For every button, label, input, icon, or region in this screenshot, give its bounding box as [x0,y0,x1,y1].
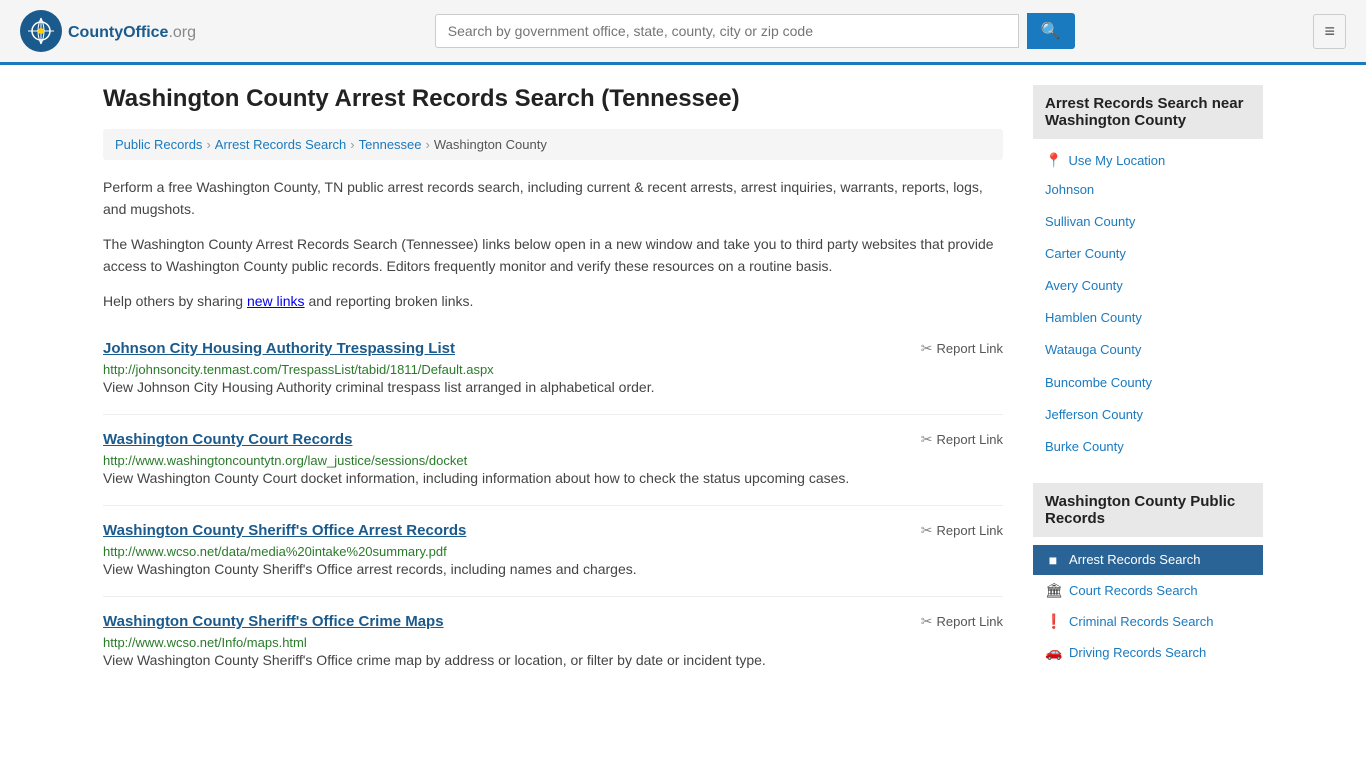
report-link-1[interactable]: ✂ Report Link [921,340,1003,357]
search-button[interactable]: 🔍 [1027,13,1075,49]
nearby-link-2[interactable]: Carter County [1033,238,1263,270]
sidebar-nearby-section: Arrest Records Search near Washington Co… [1033,85,1263,463]
pub-rec-item-1[interactable]: 🏛 Court Records Search [1033,575,1263,606]
result-header-1: Johnson City Housing Authority Trespassi… [103,340,1003,357]
result-desc-1: View Johnson City Housing Authority crim… [103,377,1003,398]
sidebar-public-records-header: Washington County Public Records [1033,483,1263,537]
result-url-2[interactable]: http://www.washingtoncountytn.org/law_ju… [103,453,467,468]
pub-rec-item-0[interactable]: ■ Arrest Records Search [1033,545,1263,575]
description-2: The Washington County Arrest Records Sea… [103,233,1003,278]
report-link-3[interactable]: ✂ Report Link [921,522,1003,539]
pub-rec-icon-0: ■ [1045,552,1061,568]
result-desc-3: View Washington County Sheriff's Office … [103,559,1003,580]
pub-rec-link-2[interactable]: Criminal Records Search [1069,614,1214,629]
result-header-2: Washington County Court Records ✂ Report… [103,431,1003,448]
breadcrumb: Public Records › Arrest Records Search ›… [103,129,1003,160]
report-link-4[interactable]: ✂ Report Link [921,613,1003,630]
sidebar: Arrest Records Search near Washington Co… [1033,85,1263,688]
pub-rec-icon-1: 🏛 [1045,582,1061,599]
logo-icon [20,10,62,52]
pub-rec-item-2[interactable]: ❗ Criminal Records Search [1033,606,1263,637]
pub-rec-link-1[interactable]: Court Records Search [1069,583,1198,598]
page-container: Washington County Arrest Records Search … [83,65,1283,708]
new-links-link[interactable]: new links [247,293,305,309]
description-3: Help others by sharing new links and rep… [103,290,1003,312]
result-item-2: Washington County Court Records ✂ Report… [103,415,1003,506]
breadcrumb-arrest-records[interactable]: Arrest Records Search [215,137,347,152]
pub-rec-item-3[interactable]: 🚗 Driving Records Search [1033,637,1263,668]
result-url-4[interactable]: http://www.wcso.net/Info/maps.html [103,635,307,650]
main-content: Washington County Arrest Records Search … [103,85,1003,688]
breadcrumb-washington-county: Washington County [434,137,547,152]
report-icon-1: ✂ [921,340,933,357]
nearby-link-8[interactable]: Burke County [1033,431,1263,463]
breadcrumb-tennessee[interactable]: Tennessee [359,137,422,152]
menu-icon: ≡ [1324,21,1335,41]
result-desc-2: View Washington County Court docket info… [103,468,1003,489]
nearby-link-4[interactable]: Hamblen County [1033,302,1263,334]
breadcrumb-public-records[interactable]: Public Records [115,137,202,152]
result-title-1[interactable]: Johnson City Housing Authority Trespassi… [103,340,455,357]
menu-button[interactable]: ≡ [1313,14,1346,49]
logo-area: CountyOffice.org [20,10,196,52]
search-icon: 🔍 [1041,23,1061,40]
sidebar-public-records-section: Washington County Public Records ■ Arres… [1033,483,1263,668]
result-url-3[interactable]: http://www.wcso.net/data/media%20intake%… [103,544,447,559]
report-icon-3: ✂ [921,522,933,539]
pub-rec-icon-3: 🚗 [1045,644,1061,661]
result-header-3: Washington County Sheriff's Office Arres… [103,522,1003,539]
location-icon: 📍 [1045,152,1062,169]
page-title: Washington County Arrest Records Search … [103,85,1003,113]
nearby-link-1[interactable]: Sullivan County [1033,206,1263,238]
description-1: Perform a free Washington County, TN pub… [103,176,1003,221]
sidebar-nearby-header: Arrest Records Search near Washington Co… [1033,85,1263,139]
search-input[interactable] [435,14,1019,48]
result-title-3[interactable]: Washington County Sheriff's Office Arres… [103,522,466,539]
use-my-location-link[interactable]: 📍 Use My Location [1033,147,1263,174]
breadcrumb-sep-1: › [206,137,210,152]
result-header-4: Washington County Sheriff's Office Crime… [103,613,1003,630]
nearby-link-3[interactable]: Avery County [1033,270,1263,302]
result-title-2[interactable]: Washington County Court Records [103,431,352,448]
report-icon-2: ✂ [921,431,933,448]
pub-rec-link-3[interactable]: Driving Records Search [1069,645,1206,660]
results-list: Johnson City Housing Authority Trespassi… [103,324,1003,687]
result-title-4[interactable]: Washington County Sheriff's Office Crime… [103,613,444,630]
result-desc-4: View Washington County Sheriff's Office … [103,650,1003,671]
report-icon-4: ✂ [921,613,933,630]
nearby-link-6[interactable]: Buncombe County [1033,367,1263,399]
site-header: CountyOffice.org 🔍 ≡ [0,0,1366,65]
result-item-3: Washington County Sheriff's Office Arres… [103,506,1003,597]
breadcrumb-sep-3: › [426,137,430,152]
breadcrumb-sep-2: › [350,137,354,152]
result-item-4: Washington County Sheriff's Office Crime… [103,597,1003,687]
nearby-link-0[interactable]: Johnson [1033,174,1263,206]
search-area: 🔍 [435,13,1075,49]
result-item: Johnson City Housing Authority Trespassi… [103,324,1003,415]
pub-rec-icon-2: ❗ [1045,613,1061,630]
nearby-link-5[interactable]: Watauga County [1033,334,1263,366]
report-link-2[interactable]: ✂ Report Link [921,431,1003,448]
result-url-1[interactable]: http://johnsoncity.tenmast.com/TrespassL… [103,362,494,377]
nearby-link-7[interactable]: Jefferson County [1033,399,1263,431]
logo-text: CountyOffice.org [68,20,196,43]
